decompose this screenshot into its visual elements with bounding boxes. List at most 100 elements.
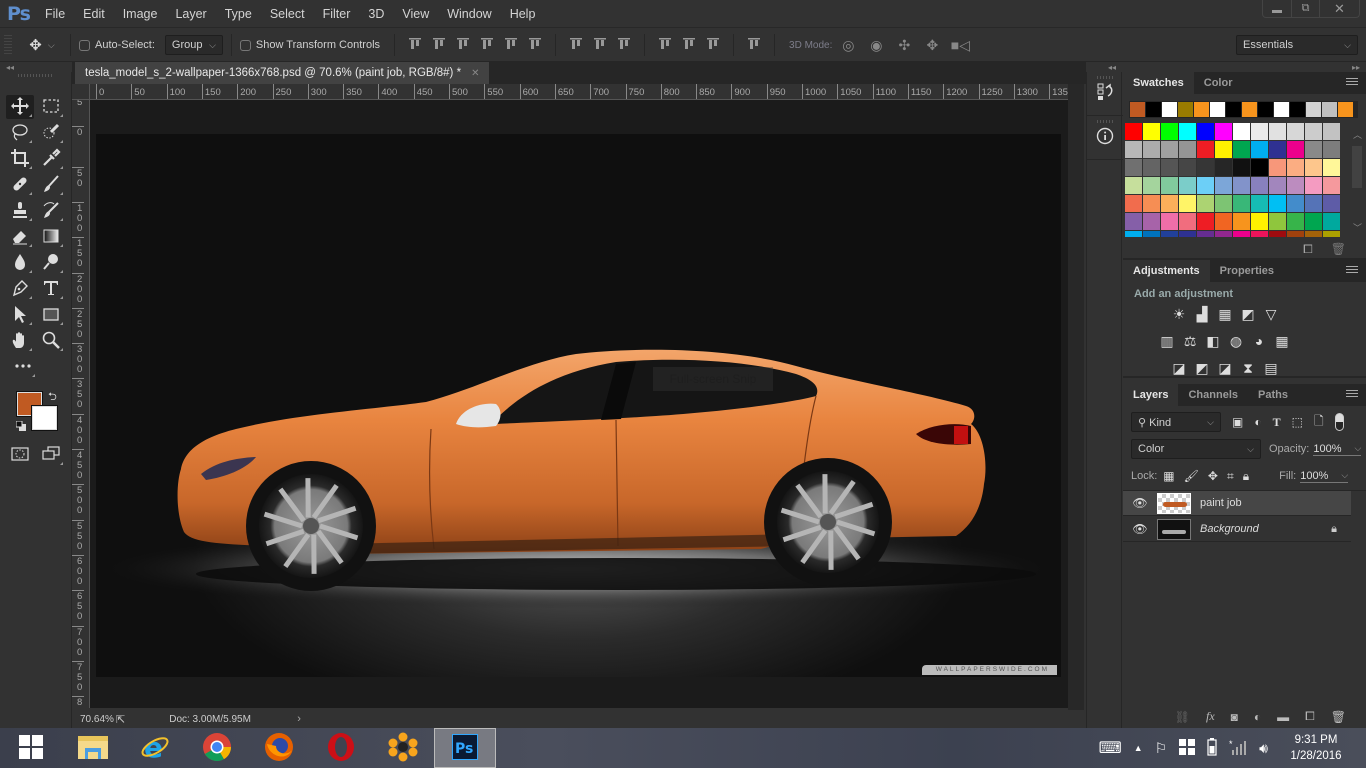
canvas-area[interactable]: Full-screen Snip WALLPAPERSWIDE.COM [90,100,1068,708]
battery-icon[interactable] [1207,737,1217,759]
color-lookup-button[interactable]: ▦ [1274,333,1290,349]
lasso-tool-button[interactable] [6,121,34,145]
tab-adjustments[interactable]: Adjustments [1123,260,1210,282]
zoom-tool-button[interactable] [37,329,65,353]
swatch[interactable] [1125,177,1142,194]
tab-paths[interactable]: Paths [1248,384,1298,406]
tab-color[interactable]: Color [1194,72,1243,94]
slide-3d-button[interactable]: ✥ [920,36,944,54]
menu-edit[interactable]: Edit [74,0,114,28]
swatch[interactable] [1161,177,1178,194]
link-layers-icon[interactable]: ⛓︎ [1175,710,1190,724]
align-top-edges-button[interactable] [403,36,427,54]
invert-button[interactable]: ◪ [1171,360,1187,376]
zoom-level[interactable]: 70.64% [72,714,116,725]
swatch[interactable] [1269,195,1286,212]
align-vertical-centers-button[interactable] [427,36,451,54]
blend-mode-dropdown[interactable]: Color ⌵ [1131,439,1261,459]
swatch[interactable] [1233,159,1250,176]
auto-align-layers-button[interactable] [742,36,766,54]
type-layer-filter-icon[interactable]: T [1273,415,1281,430]
swatch[interactable] [1233,177,1250,194]
new-layer-icon[interactable]: ⧠ [1305,709,1315,724]
menu-window[interactable]: Window [438,0,500,28]
hue-saturation-button[interactable]: ▥ [1159,333,1175,349]
lock-pixels-icon[interactable]: 🖌︎ [1184,469,1199,483]
chevron-up-icon[interactable]: ︿ [1353,128,1362,141]
swatch[interactable] [1143,159,1160,176]
eraser-tool-button[interactable] [6,225,34,249]
swatch[interactable] [1269,177,1286,194]
align-left-edges-button[interactable] [475,36,499,54]
clone-stamp-tool-button[interactable] [6,199,34,223]
filter-toggle[interactable] [1334,413,1344,431]
swatch[interactable] [1287,177,1304,194]
tab-properties[interactable]: Properties [1210,260,1284,282]
swatch[interactable] [1143,213,1160,230]
shape-layer-filter-icon[interactable]: ⬚ [1292,415,1303,429]
windows-icon[interactable] [1179,738,1196,758]
screen-mode-button[interactable] [37,443,65,467]
swatch[interactable] [1287,213,1304,230]
lock-all-icon[interactable]: 🔒︎ [1243,469,1249,484]
swatch[interactable] [1305,159,1322,176]
swatch[interactable] [1179,195,1196,212]
ruler-origin[interactable] [72,84,90,100]
align-right-edges-button[interactable] [523,36,547,54]
swatch[interactable] [1251,123,1268,140]
swatch[interactable] [1143,231,1160,237]
clock[interactable]: 9:31 PM 1/28/2016 [1280,732,1352,764]
pan-3d-button[interactable]: ✣ [892,36,916,54]
roll-3d-button[interactable]: ◉ [864,36,888,54]
pixel-layer-filter-icon[interactable]: ▣ [1232,415,1243,429]
show-transform-controls-checkbox[interactable]: Show Transform Controls [239,39,380,51]
info-panel-button[interactable] [1087,116,1123,160]
swatch[interactable] [1233,231,1250,237]
swatch[interactable] [1323,195,1340,212]
brightness-contrast-button[interactable]: ☀ [1171,306,1187,322]
swatch[interactable] [1125,123,1142,140]
swatch[interactable] [1269,123,1286,140]
align-horizontal-centers-button[interactable] [499,36,523,54]
swatch[interactable] [1233,123,1250,140]
touch-keyboard-icon[interactable]: ⌨ [1099,738,1122,758]
swatch[interactable] [1143,177,1160,194]
menu-3d[interactable]: 3D [359,0,393,28]
swatch[interactable] [1197,195,1214,212]
swatch[interactable] [1161,159,1178,176]
new-group-icon[interactable]: ▬ [1277,710,1289,724]
recent-swatch[interactable] [1338,102,1353,117]
toolbox-grip[interactable] [18,74,53,77]
opacity-input[interactable]: 100% ⌵ [1313,443,1362,456]
taskbar-app-flower[interactable] [372,728,434,768]
export-icon[interactable]: ⇱ [116,713,125,726]
swatch[interactable] [1215,159,1232,176]
swatch[interactable] [1269,231,1286,237]
rectangle-tool-button[interactable] [37,303,65,327]
distribute-horizontal-centers-button[interactable] [677,36,701,54]
trash-icon[interactable]: 🗑︎ [1331,242,1346,257]
swatch[interactable] [1287,123,1304,140]
panel-menu-icon[interactable] [1346,78,1358,87]
menu-file[interactable]: File [36,0,74,28]
panel-menu-icon[interactable] [1346,266,1358,275]
selective-color-button[interactable]: ⧗ [1240,360,1256,376]
swatch[interactable] [1125,141,1142,158]
swatch[interactable] [1305,231,1322,237]
swatch[interactable] [1305,177,1322,194]
edit-toolbar-button[interactable] [9,355,37,379]
swatch[interactable] [1251,231,1268,237]
close-button[interactable]: ✕ [1319,0,1359,17]
swatch[interactable] [1287,231,1304,237]
swatch[interactable] [1305,195,1322,212]
document-tab[interactable]: tesla_model_s_2-wallpaper-1366x768.psd @… [75,62,490,84]
posterize-button[interactable]: ◩ [1194,360,1210,376]
layer-row[interactable]: 👁︎ paint job [1123,491,1351,516]
layer-filter-dropdown[interactable]: ⚲ Kind ⌵ [1131,412,1221,432]
minimize-button[interactable] [1263,0,1291,17]
swatch[interactable] [1197,231,1214,237]
swatch[interactable] [1269,213,1286,230]
recent-swatch[interactable] [1226,102,1241,117]
close-tab-icon[interactable]: ✕ [471,68,479,79]
swatch[interactable] [1215,123,1232,140]
